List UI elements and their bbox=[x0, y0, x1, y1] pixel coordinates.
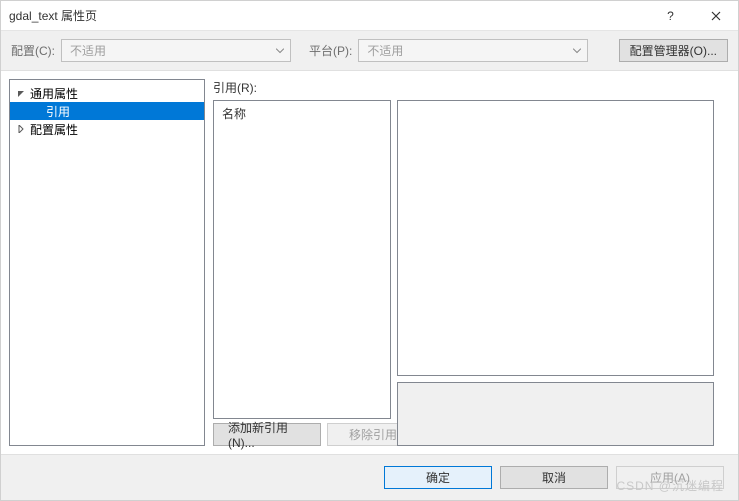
reference-list[interactable]: 名称 bbox=[213, 100, 391, 419]
toolbar: 配置(C): 不适用 平台(P): 不适用 配置管理器(O)... bbox=[1, 31, 738, 71]
help-button[interactable]: ? bbox=[648, 1, 693, 31]
config-label: 配置(C): bbox=[11, 42, 55, 59]
config-manager-label: 配置管理器(O)... bbox=[630, 42, 717, 59]
ok-button[interactable]: 确定 bbox=[384, 466, 492, 489]
list-buttons: 添加新引用(N)... 移除引用(E) bbox=[213, 423, 391, 446]
detail-pane bbox=[397, 100, 714, 446]
tree-label: 引用 bbox=[46, 103, 70, 120]
chevron-down-icon bbox=[573, 48, 581, 53]
cancel-label: 取消 bbox=[542, 469, 566, 486]
name-column-header[interactable]: 名称 bbox=[214, 101, 390, 126]
close-icon bbox=[711, 11, 721, 21]
close-button[interactable] bbox=[693, 1, 738, 31]
platform-value: 不适用 bbox=[367, 42, 403, 59]
reference-list-pane: 名称 添加新引用(N)... 移除引用(E) bbox=[213, 100, 391, 446]
tree-item-common-properties[interactable]: 通用属性 bbox=[10, 84, 204, 102]
apply-label: 应用(A) bbox=[650, 469, 690, 486]
ok-label: 确定 bbox=[426, 469, 450, 486]
tree-label: 配置属性 bbox=[30, 121, 78, 138]
chevron-down-icon bbox=[276, 48, 284, 53]
expanded-arrow-icon bbox=[16, 89, 26, 97]
right-panel: 引用(R): 名称 添加新引用(N)... 移除引用(E) bbox=[213, 79, 714, 446]
platform-combo[interactable]: 不适用 bbox=[358, 39, 588, 62]
platform-label: 平台(P): bbox=[309, 42, 352, 59]
body: 通用属性 引用 配置属性 引用(R): 名称 bbox=[1, 71, 738, 454]
property-tree[interactable]: 通用属性 引用 配置属性 bbox=[9, 79, 205, 446]
reference-label: 引用(R): bbox=[213, 79, 714, 96]
config-manager-button[interactable]: 配置管理器(O)... bbox=[619, 39, 728, 62]
config-combo[interactable]: 不适用 bbox=[61, 39, 291, 62]
property-page-window: gdal_text 属性页 ? 配置(C): 不适用 平台(P): 不适用 bbox=[0, 0, 739, 501]
cancel-button[interactable]: 取消 bbox=[500, 466, 608, 489]
apply-button: 应用(A) bbox=[616, 466, 724, 489]
detail-top-box bbox=[397, 100, 714, 376]
titlebar: gdal_text 属性页 ? bbox=[1, 1, 738, 31]
add-reference-label: 添加新引用(N)... bbox=[228, 419, 306, 450]
tree-label: 通用属性 bbox=[30, 85, 78, 102]
tree-item-reference[interactable]: 引用 bbox=[10, 102, 204, 120]
config-value: 不适用 bbox=[70, 42, 106, 59]
help-icon: ? bbox=[667, 9, 674, 23]
footer: 确定 取消 应用(A) CSDN @沉迷编程 bbox=[1, 454, 738, 500]
tree-item-config-properties[interactable]: 配置属性 bbox=[10, 120, 204, 138]
add-reference-button[interactable]: 添加新引用(N)... bbox=[213, 423, 321, 446]
collapsed-arrow-icon bbox=[16, 125, 26, 133]
detail-bottom-box bbox=[397, 382, 714, 446]
panes: 名称 添加新引用(N)... 移除引用(E) bbox=[213, 100, 714, 446]
window-title: gdal_text 属性页 bbox=[9, 7, 648, 24]
